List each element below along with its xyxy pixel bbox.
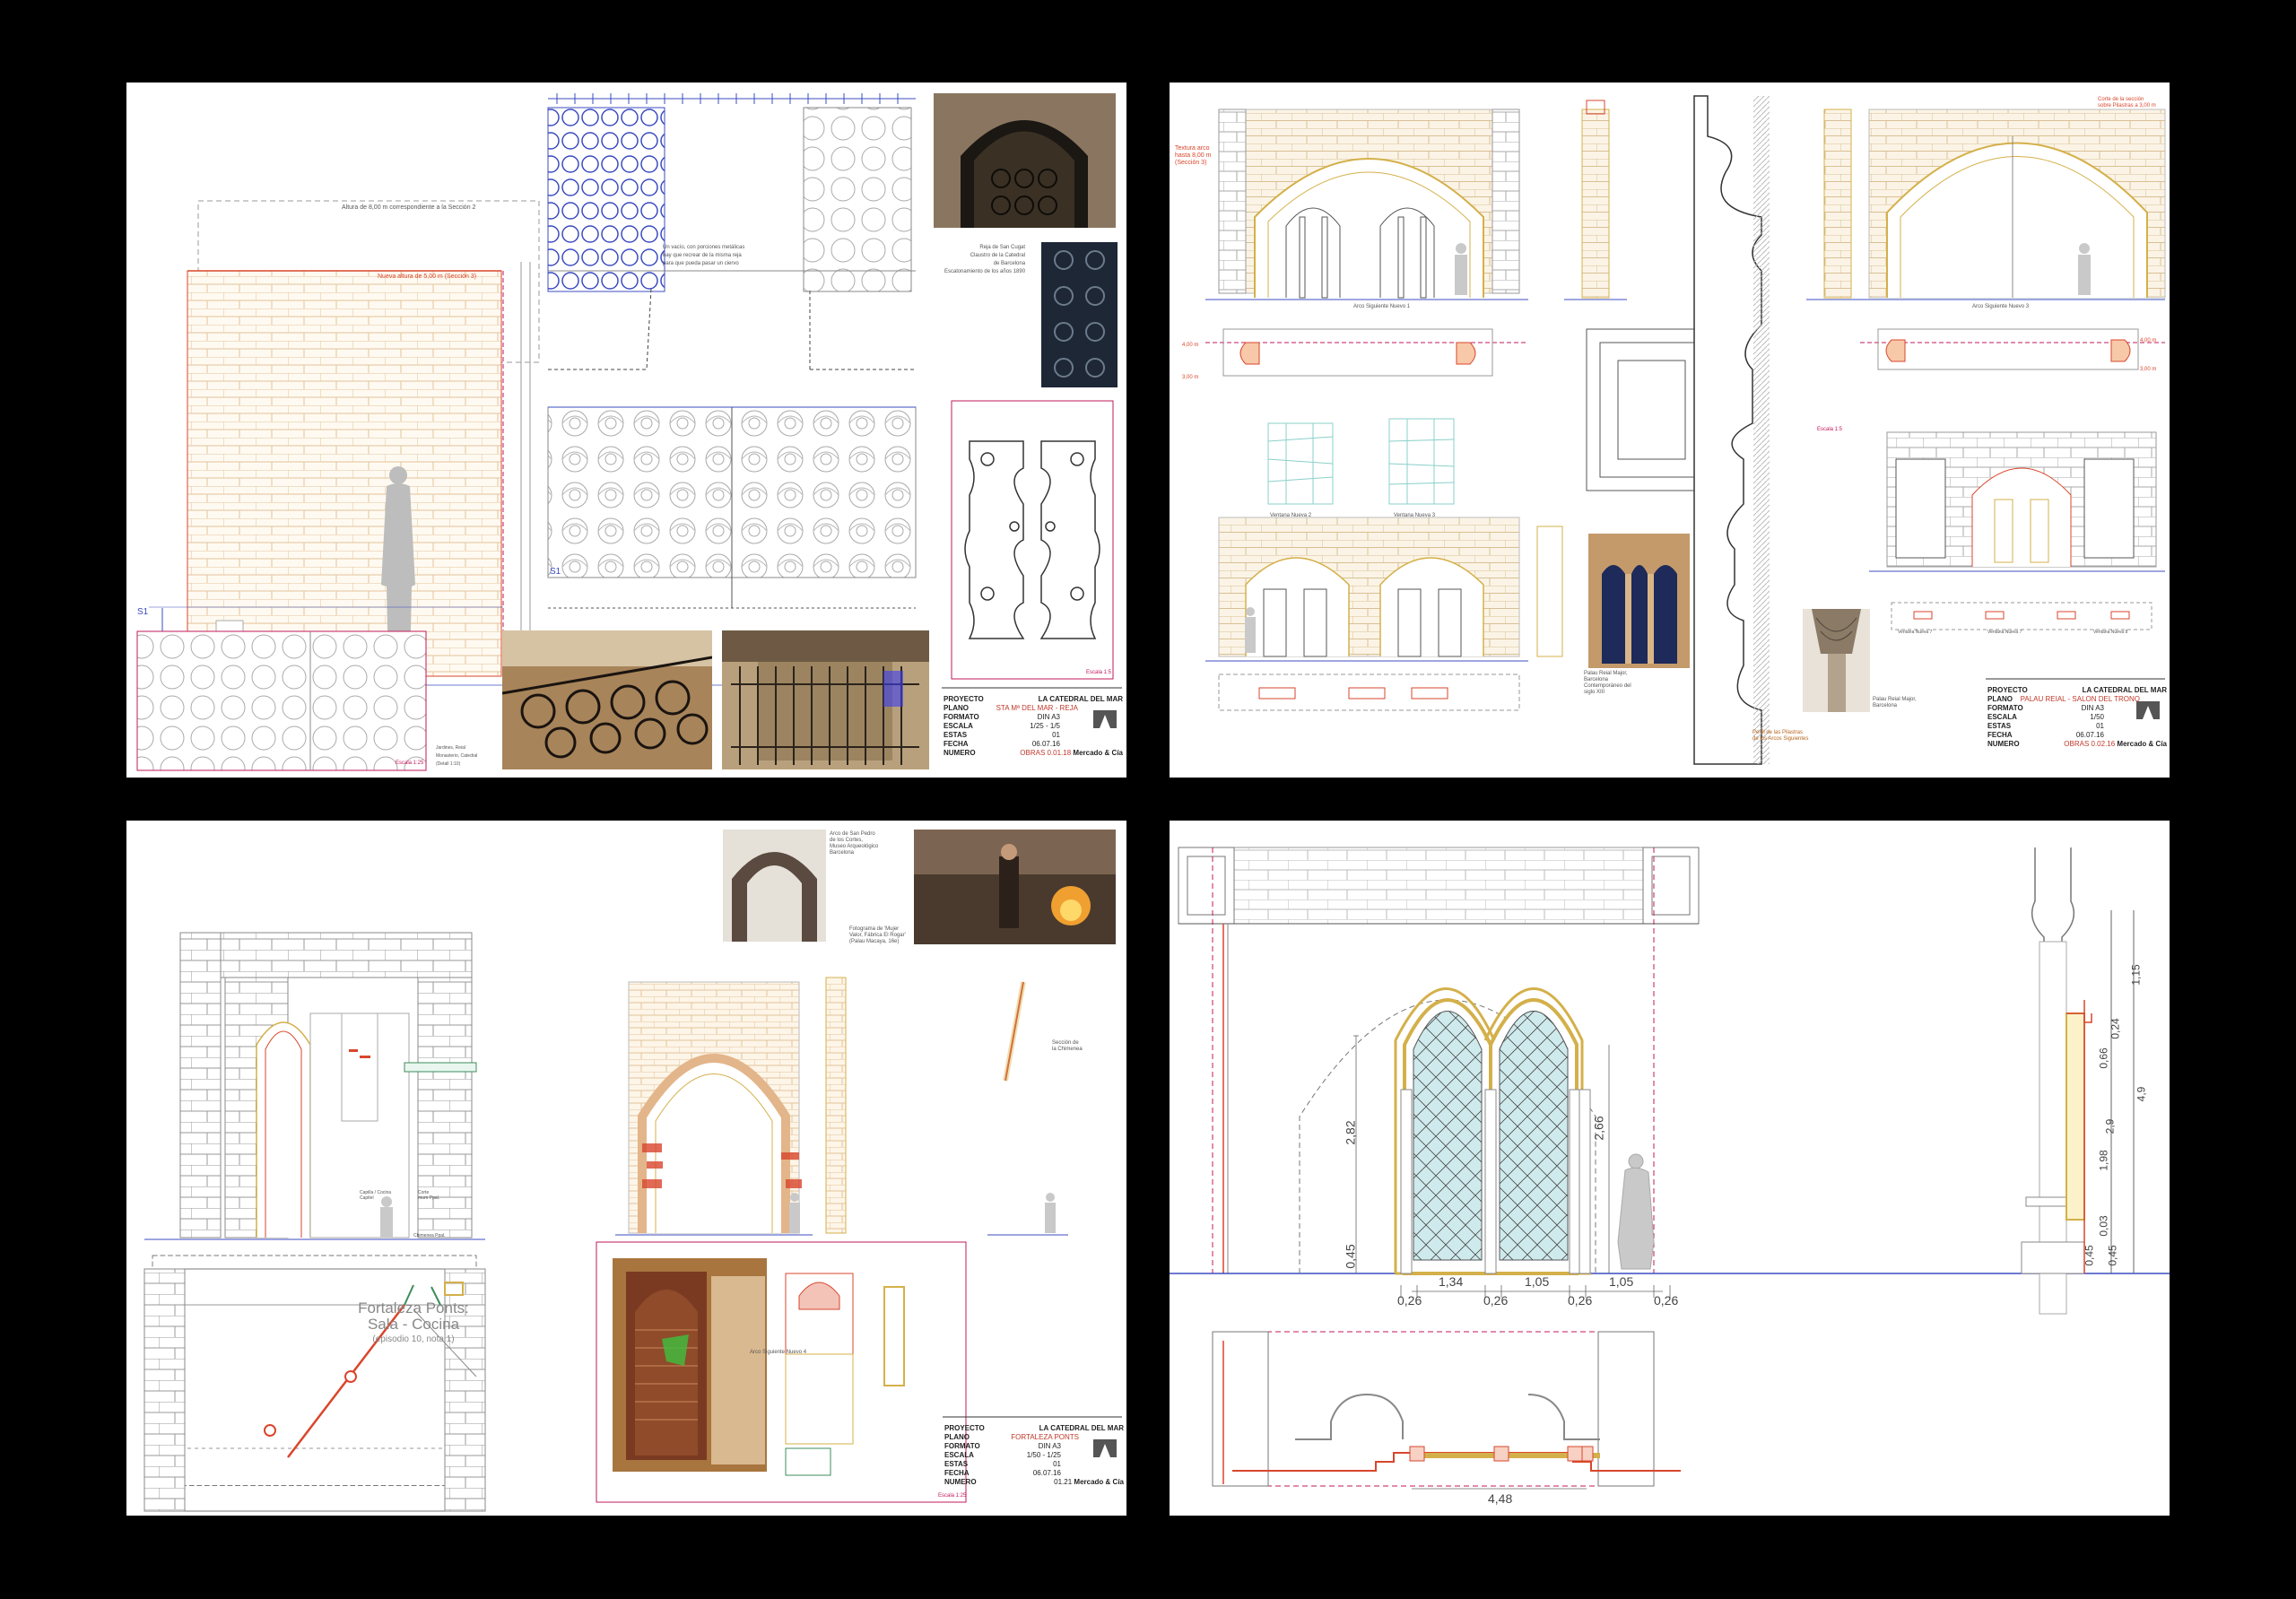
elevation-label-1: Arco Siguiente Nuevo 1	[1353, 304, 1411, 309]
plan-note-3: Chimenea Ppal.	[413, 1233, 446, 1238]
dim-height-total: 2,82	[1343, 1120, 1358, 1145]
sheet-reja: Altura de 8,00 m correspondiente a la Se…	[126, 83, 1126, 778]
annotation-texture: Textura arco hasta 8,00 m (Sección 3)	[1175, 145, 1212, 166]
dim-left-1: 4,00 m	[1182, 343, 1199, 348]
sheet-palau-reial: Textura arco hasta 8,00 m (Sección 3) Co…	[1170, 83, 2170, 778]
dim-width-1: 0,26	[1397, 1293, 1422, 1308]
arch-label: Arco Siguiente Nuevo 4	[750, 1350, 807, 1355]
bottom-scale-label: Escala 1:25	[396, 760, 424, 766]
window-label-2: Ventana Nueva 2	[1270, 513, 1312, 518]
window-label-3: Ventana Nueva 3	[1394, 513, 1436, 518]
dim-right-6: 1,98	[2097, 1150, 2110, 1171]
dim-width-2: 1,34	[1439, 1274, 1464, 1289]
photo-iron-grille-detail	[1041, 242, 1118, 387]
window-label-8: Ventana Nueva 8	[2093, 630, 2128, 635]
photo-stone-arch	[723, 830, 826, 942]
hinge-scale-label: Escala 1:5	[1086, 670, 1112, 675]
dim-width-5: 0,26	[1568, 1293, 1593, 1308]
elevation-label-2: Arco Siguiente Nuevo 3	[1972, 304, 2030, 309]
statue-figure-icon	[1617, 1153, 1655, 1270]
label-s1: S1	[137, 607, 149, 617]
dim-right-1: 1,15	[2129, 964, 2143, 986]
dim-width-3: 0,26	[1483, 1293, 1509, 1308]
bottom-caption: Jardines, Reial Monasterio, Catedral (De…	[436, 745, 478, 767]
dim-right-9: 0,45	[2106, 1245, 2119, 1266]
dim-right-2: 0,24	[2109, 1018, 2122, 1039]
annotation-height-8m: Altura de 8,00 m correspondiente a la Se…	[342, 204, 476, 211]
chimney-section-label: Sección de la Chimenea	[1052, 1040, 1083, 1052]
dim-right-5: 2,9	[2103, 1118, 2117, 1134]
sheet-triple-window: 2,82 2,66 0,45 0,26 1,34 0,26 1,05 0,26 …	[1170, 821, 2170, 1516]
photo-caption-capital: Palau Reial Major, Barcelona	[1873, 697, 1917, 708]
dim-right-2: 3,00 m	[2140, 367, 2157, 372]
firm-logo-icon	[1093, 1439, 1117, 1457]
dim-height-base: 0,45	[1343, 1244, 1358, 1269]
plan-title: Fortaleza Ponts: Sala - Cocina	[358, 1299, 469, 1333]
annotation-height-5m: Nueva altura de 5,00 m (Sección 3)	[378, 274, 477, 280]
dim-right-7: 0,03	[2097, 1215, 2110, 1237]
photo-caption-fireplace: Fotograma de 'Mujer Valor, Fábrica El Ro…	[849, 926, 906, 944]
dim-right-3: 0,66	[2097, 1047, 2110, 1069]
photo-caption-window: Palau Reial Major, Barcelona Contemporán…	[1584, 671, 1631, 695]
dim-right-4: 4,9	[2135, 1086, 2148, 1102]
photo-caption: Reja de San Cugat Claustro de la Catedra…	[944, 245, 1026, 274]
photo-stair-railing	[502, 630, 712, 769]
plan-note-2: Corte muro Ppal.	[418, 1190, 440, 1201]
plan-note-1: Capilla / Cocina Capitel	[360, 1190, 392, 1201]
sheet-fortaleza: Arco de San Pedro de los Cortes, Museo A…	[126, 821, 1126, 1516]
photo-fireplace-scene	[914, 830, 1116, 944]
triple-window-drawing	[1170, 847, 2170, 1490]
profile-label: Perfil de las Pilastras de los Arcos Sig…	[1752, 730, 1809, 742]
firm-logo-icon	[1093, 710, 1117, 728]
photo-chapel-grille	[722, 630, 929, 769]
photo-twin-window	[1588, 534, 1690, 668]
photo-panel-scale: Escala 1:25	[938, 1493, 967, 1499]
dim-right-8: 0,45	[2083, 1245, 2096, 1266]
window-label-7a: Ventana Nueva 7	[1898, 630, 1933, 635]
annotation-section: Corte de la sección sobre Pilastras a 3,…	[2098, 97, 2156, 109]
firm-logo-icon	[2136, 701, 2160, 719]
photo-capital	[1803, 609, 1870, 712]
palau-drawing	[1205, 95, 2166, 765]
dim-right-1: 4,00 m	[2140, 338, 2157, 343]
photo-caption-arch: Arco de San Pedro de los Cortes, Museo A…	[830, 831, 879, 856]
dim-width-4: 1,05	[1525, 1274, 1550, 1289]
photo-arched-door	[934, 93, 1116, 228]
dim-left-2: 3,00 m	[1182, 375, 1199, 380]
dim-total-width: 4,48	[1488, 1491, 1513, 1506]
dim-width-7: 0,26	[1654, 1293, 1679, 1308]
label-s1-right: S1	[550, 567, 561, 577]
profile-scale: Escala 1:5	[1817, 427, 1843, 432]
dim-width-6: 1,05	[1609, 1274, 1634, 1289]
dim-height-window: 2,66	[1591, 1116, 1606, 1141]
grille-note: Un vacío, con porciones metálicas hay qu…	[663, 245, 745, 266]
window-label-7b: Ventana Nueva 7	[1987, 630, 2022, 635]
photo-brick-wall	[613, 1258, 767, 1472]
plan-subtitle: (episodio 10, nota 1)	[372, 1334, 455, 1344]
